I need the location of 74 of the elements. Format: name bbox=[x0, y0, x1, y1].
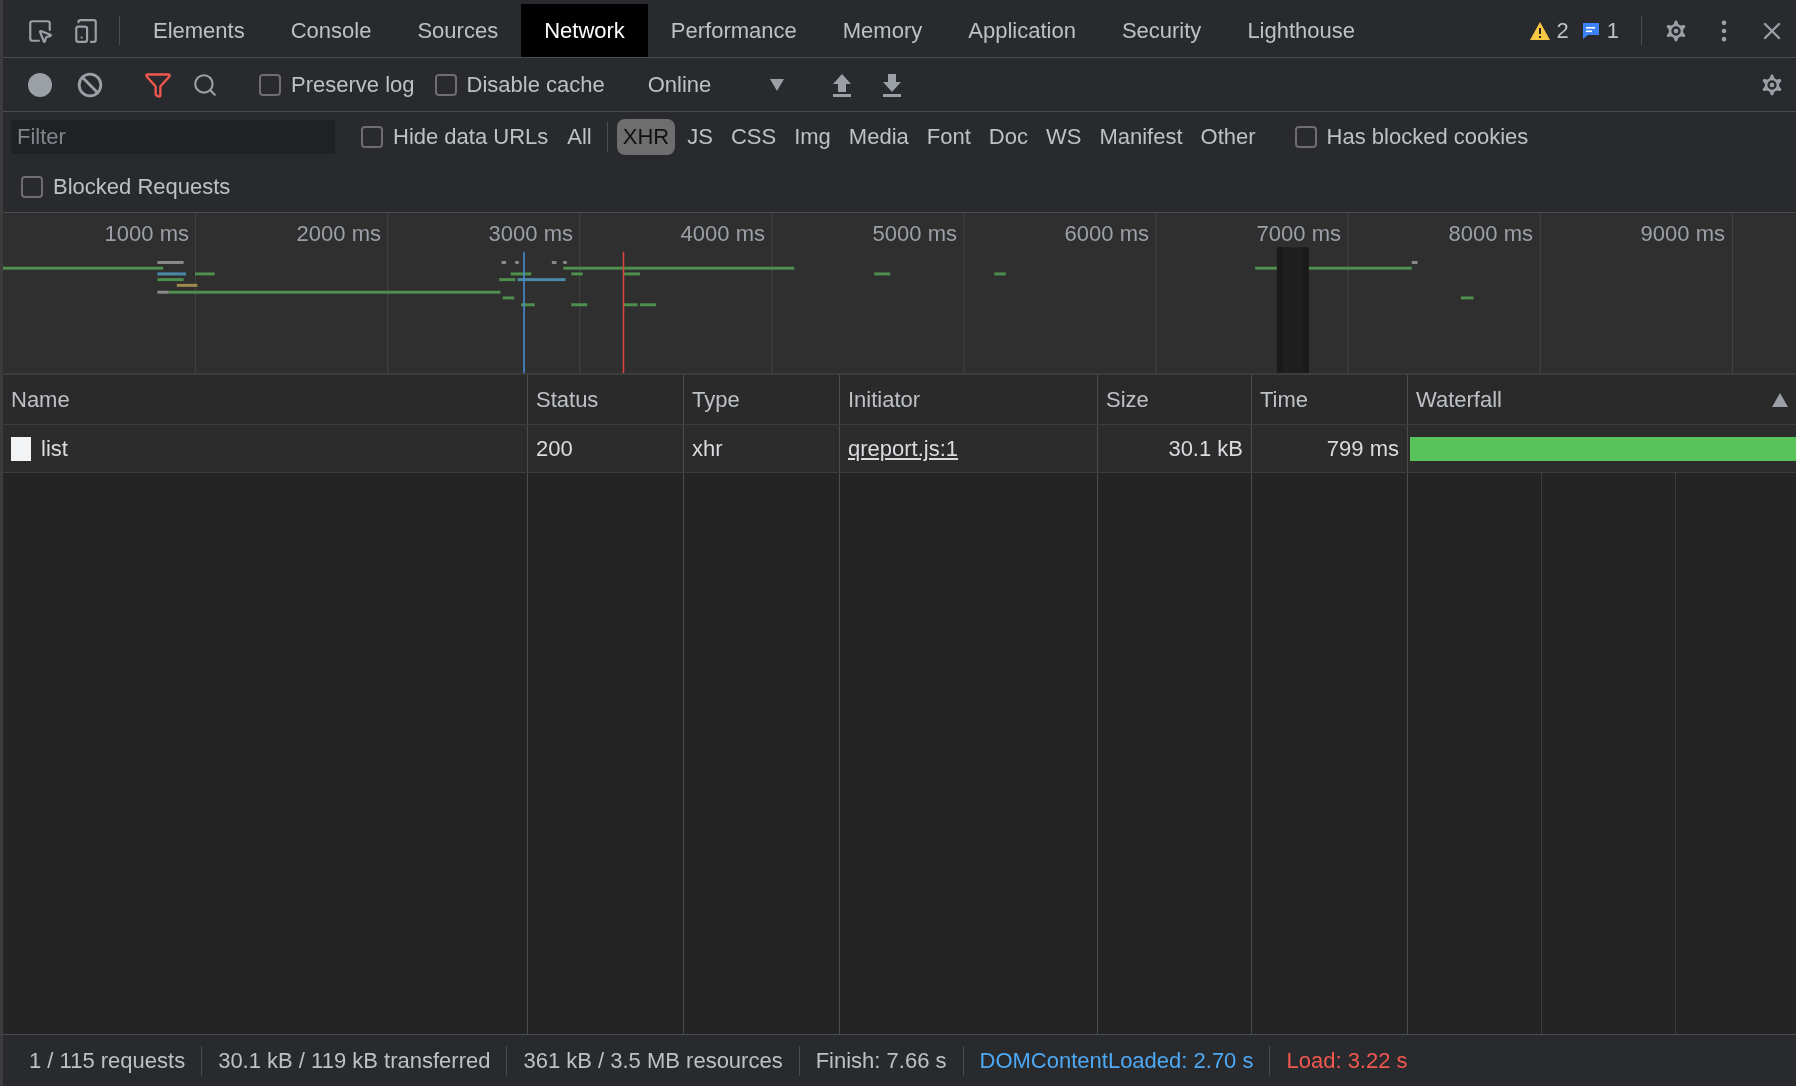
time-tick-label: 9000 ms bbox=[1640, 221, 1725, 247]
name-cell[interactable]: list bbox=[3, 425, 528, 472]
status-cell: 200 bbox=[528, 425, 684, 472]
checkbox[interactable]: Preserve log bbox=[249, 71, 425, 98]
type-filter-button[interactable]: Other bbox=[1194, 119, 1262, 155]
checkbox-label: Preserve log bbox=[291, 71, 415, 98]
document-icon bbox=[11, 436, 31, 461]
checkbox-box[interactable] bbox=[21, 176, 43, 198]
checkbox[interactable]: Disable cache bbox=[424, 71, 615, 98]
time-tick-label: 6000 ms bbox=[1064, 221, 1149, 247]
warning-count: 2 bbox=[1556, 17, 1569, 44]
panel-tab[interactable]: Memory bbox=[819, 4, 946, 57]
panel-tab[interactable]: Sources bbox=[394, 4, 522, 57]
sort-ascending-icon bbox=[1772, 392, 1788, 407]
time-tick-label: 3000 ms bbox=[488, 221, 573, 247]
time-tick-label: 8000 ms bbox=[1448, 221, 1533, 247]
checkbox[interactable]: Has blocked cookies bbox=[1284, 124, 1539, 150]
column-header[interactable]: Size bbox=[1098, 375, 1252, 424]
column-header[interactable]: Status bbox=[528, 375, 684, 424]
size-cell: 30.1 kB bbox=[1098, 425, 1252, 472]
panel-tab[interactable]: Network bbox=[521, 4, 648, 57]
column-header[interactable]: Initiator bbox=[840, 375, 1098, 424]
time-tick-label: 5000 ms bbox=[872, 221, 957, 247]
status-text: 30.1 kB / 119 kB transferred bbox=[217, 1047, 492, 1074]
panel-tab[interactable]: Performance bbox=[647, 4, 820, 57]
panel-tab[interactable]: Console bbox=[267, 4, 395, 57]
initiator-link[interactable]: qreport.js:1 bbox=[848, 435, 959, 462]
type-filter-button[interactable]: WS bbox=[1039, 119, 1088, 155]
column-header[interactable]: Waterfall bbox=[1408, 375, 1796, 424]
status-text: Finish: 7.66 s bbox=[814, 1047, 948, 1074]
checkbox-box[interactable] bbox=[434, 73, 457, 96]
type-filter-button[interactable]: Manifest bbox=[1093, 119, 1189, 155]
checkbox-label: Has blocked cookies bbox=[1326, 124, 1529, 150]
status-text: DOMContentLoaded: 2.70 s bbox=[978, 1047, 1255, 1074]
filter-field[interactable]: Filter bbox=[11, 120, 335, 154]
panel-tab[interactable]: Security bbox=[1098, 4, 1225, 57]
type-filter-button[interactable]: XHR bbox=[616, 119, 676, 155]
panel-tab[interactable]: Application bbox=[945, 4, 1099, 57]
panel-tab[interactable]: Elements bbox=[130, 4, 268, 57]
status-text: 361 kB / 3.5 MB resources bbox=[522, 1047, 784, 1074]
panel-tab[interactable]: Lighthouse bbox=[1224, 4, 1379, 57]
type-filter-button[interactable]: Font bbox=[920, 119, 977, 155]
checkbox-box[interactable] bbox=[259, 73, 281, 96]
throttling-dropdown[interactable]: Online bbox=[635, 71, 796, 98]
type-filter-button[interactable]: Img bbox=[788, 119, 837, 155]
type-cell: xhr bbox=[684, 425, 840, 472]
caret-icon bbox=[769, 78, 784, 91]
time-tick-label: 1000 ms bbox=[104, 221, 189, 247]
type-filter-button[interactable]: Doc bbox=[982, 119, 1034, 155]
type-filter-button[interactable]: Media bbox=[842, 119, 915, 155]
message-count: 1 bbox=[1606, 17, 1619, 44]
checkbox-box[interactable] bbox=[361, 126, 383, 148]
record-button[interactable] bbox=[27, 71, 53, 98]
message-icon[interactable] bbox=[1580, 20, 1601, 41]
time-tick-label: 2000 ms bbox=[296, 221, 381, 247]
type-filter-button[interactable]: CSS bbox=[724, 119, 783, 155]
time-cell: 799 ms bbox=[1252, 425, 1408, 472]
checkbox-label: Hide data URLs bbox=[393, 124, 549, 150]
checkbox[interactable]: Hide data URLs bbox=[351, 124, 559, 150]
warning-icon[interactable] bbox=[1528, 20, 1551, 41]
checkbox[interactable]: Blocked Requests bbox=[11, 174, 241, 200]
type-filter-button[interactable]: All bbox=[561, 119, 598, 155]
status-text: 1 / 115 requests bbox=[28, 1047, 187, 1074]
status-text: Load: 3.22 s bbox=[1285, 1047, 1409, 1074]
checkbox-label: Disable cache bbox=[466, 71, 605, 98]
checkbox-label: Blocked Requests bbox=[53, 174, 231, 200]
column-header[interactable]: Type bbox=[684, 375, 840, 424]
type-filter-button[interactable]: JS bbox=[681, 119, 719, 155]
checkbox-box[interactable] bbox=[1294, 126, 1317, 148]
time-tick-label: 7000 ms bbox=[1256, 221, 1341, 247]
time-tick-label: 4000 ms bbox=[680, 221, 765, 247]
download-icon[interactable] bbox=[880, 71, 903, 98]
column-header[interactable]: Name bbox=[3, 375, 528, 424]
column-header[interactable]: Time bbox=[1252, 375, 1408, 424]
